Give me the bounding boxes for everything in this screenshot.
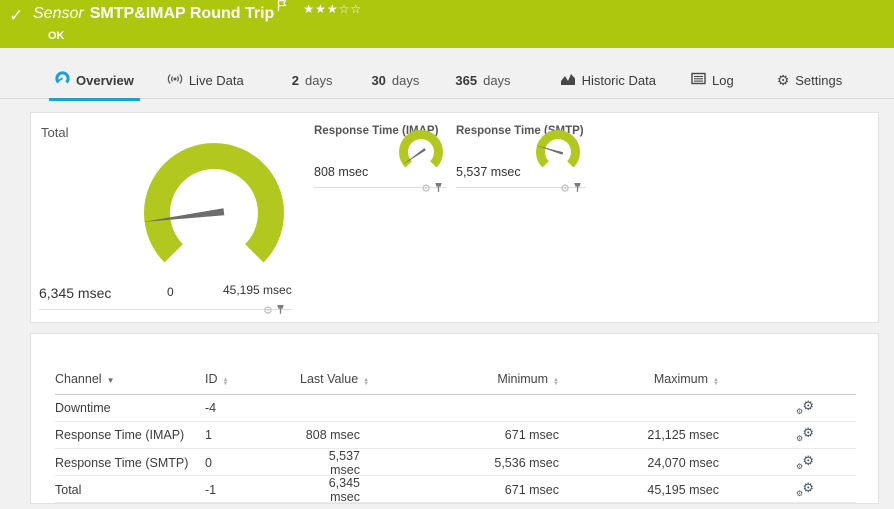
total-gauge	[142, 143, 284, 263]
channels-panel: Channel ▼ ID ▲ ▼ Last Value ▲ ▼ Minimum ▲ ▼ Max…	[30, 333, 879, 504]
total-card-divider	[39, 309, 291, 310]
channel-minimum: 671 msec	[504, 483, 559, 497]
channel-id: -1	[205, 483, 217, 497]
overview-gauge-icon	[55, 71, 70, 89]
sort-icon: ▲ ▼	[222, 376, 229, 387]
smtp-card-actions: ⚙	[560, 180, 582, 198]
column-header-minimum[interactable]: Minimum ▲ ▼	[360, 372, 559, 387]
sensor-header: ✓ Sensor SMTP&IMAP Round Trip ★★★☆☆ OK	[0, 0, 894, 48]
tab-log[interactable]: Log	[691, 62, 734, 99]
channel-settings-gears-icon[interactable]: ⚙ ⚙	[796, 426, 814, 443]
channel-minimum: 5,536 msec	[494, 456, 559, 470]
channel-maximum: 24,070 msec	[647, 456, 719, 470]
tab-30-days[interactable]: 30 days	[371, 62, 419, 99]
table-row-total[interactable]: Total -1 6,345 msec 671 msec 45,195 msec…	[55, 476, 856, 504]
imap-gauge	[399, 130, 443, 168]
historic-chart-icon	[560, 72, 576, 89]
table-row-response-time-imap[interactable]: Response Time (IMAP) 1 808 msec 671 msec…	[55, 422, 856, 449]
log-list-icon	[691, 72, 706, 88]
total-gauge-value: 6,345 msec	[39, 285, 112, 301]
gauge-pin-icon[interactable]	[276, 302, 285, 320]
tab-bar: Overview Live Data 2 days 30 days 365 days …	[0, 62, 894, 101]
channel-name: Response Time (SMTP)	[55, 456, 189, 470]
table-row-downtime[interactable]: Downtime -4 ⚙ ⚙	[55, 395, 856, 422]
channel-name: Total	[55, 483, 82, 497]
sort-desc-icon: ▼	[106, 376, 115, 385]
gauge-pin-icon[interactable]	[573, 180, 582, 198]
column-header-channel[interactable]: Channel ▼	[55, 372, 205, 386]
channel-name: Response Time (IMAP)	[55, 428, 185, 442]
channel-maximum: 21,125 msec	[647, 428, 719, 442]
table-row-response-time-smtp[interactable]: Response Time (SMTP) 0 5,537 msec 5,536 …	[55, 449, 856, 477]
column-header-id[interactable]: ID ▲ ▼	[205, 372, 300, 387]
table-header-row: Channel ▼ ID ▲ ▼ Last Value ▲ ▼ Minimum ▲ ▼ Max…	[55, 334, 856, 395]
channel-last-value: 5,537 msec	[328, 449, 360, 477]
tab-365-days[interactable]: 365 days	[455, 62, 510, 99]
sensor-type-label: Sensor	[33, 5, 84, 22]
live-data-broadcast-icon	[167, 72, 183, 89]
channel-settings-gears-icon[interactable]: ⚙ ⚙	[796, 454, 814, 471]
settings-gear-icon: ⚙	[776, 72, 790, 88]
priority-flag-icon[interactable]	[277, 0, 287, 17]
tab-historic-data[interactable]: Historic Data	[560, 62, 656, 99]
imap-gauge-value: 808 msec	[314, 165, 369, 179]
channel-last-value: 6,345 msec	[328, 476, 360, 504]
column-header-maximum[interactable]: Maximum ▲ ▼	[559, 372, 719, 387]
tab-overview[interactable]: Overview	[49, 62, 140, 101]
column-header-last-value[interactable]: Last Value ▲ ▼	[300, 372, 369, 387]
channel-settings-gears-icon[interactable]: ⚙ ⚙	[796, 399, 814, 416]
total-gauge-title: Total	[41, 125, 69, 140]
channel-maximum: 45,195 msec	[647, 483, 719, 497]
smtp-gauge	[536, 130, 580, 168]
channel-id: 1	[205, 428, 212, 442]
total-card-actions: ⚙	[263, 302, 285, 320]
total-gauge-scale-max: 45,195 msec	[223, 283, 292, 297]
page-title: SMTP&IMAP Round Trip	[89, 5, 275, 22]
imap-gauge-card[interactable]: Response Time (IMAP) 808 msec ⚙	[314, 123, 447, 195]
tab-settings[interactable]: ⚙ Settings	[777, 62, 843, 99]
smtp-gauge-value: 5,537 msec	[456, 165, 521, 179]
gauges-panel: Total 0 45,195 msec 6,345 msec ⚙ Respons…	[30, 112, 879, 323]
imap-card-actions: ⚙	[421, 180, 443, 198]
channel-name: Downtime	[55, 401, 111, 415]
channel-minimum: 671 msec	[504, 428, 559, 442]
tab-2-days[interactable]: 2 days	[292, 62, 333, 99]
status-badge: OK	[48, 30, 65, 42]
priority-stars[interactable]: ★★★☆☆	[303, 2, 362, 16]
gauge-gear-icon[interactable]: ⚙	[421, 183, 431, 195]
sort-icon: ▲ ▼	[713, 376, 719, 387]
channels-table: Channel ▼ ID ▲ ▼ Last Value ▲ ▼ Minimum ▲ ▼ Max…	[55, 334, 856, 504]
tab-live-data[interactable]: Live Data	[167, 62, 244, 99]
gauge-gear-icon[interactable]: ⚙	[263, 305, 273, 317]
channel-id: 0	[205, 456, 212, 470]
smtp-gauge-card[interactable]: Response Time (SMTP) 5,537 msec ⚙	[456, 123, 586, 195]
total-gauge-scale-min: 0	[167, 285, 174, 299]
channel-settings-gears-icon[interactable]: ⚙ ⚙	[796, 481, 814, 498]
gauge-gear-icon[interactable]: ⚙	[560, 183, 570, 195]
channel-last-value: 808 msec	[305, 428, 360, 442]
status-ok-check-icon: ✓	[9, 6, 24, 25]
channel-id: -4	[205, 401, 217, 415]
gauge-pin-icon[interactable]	[434, 180, 443, 198]
